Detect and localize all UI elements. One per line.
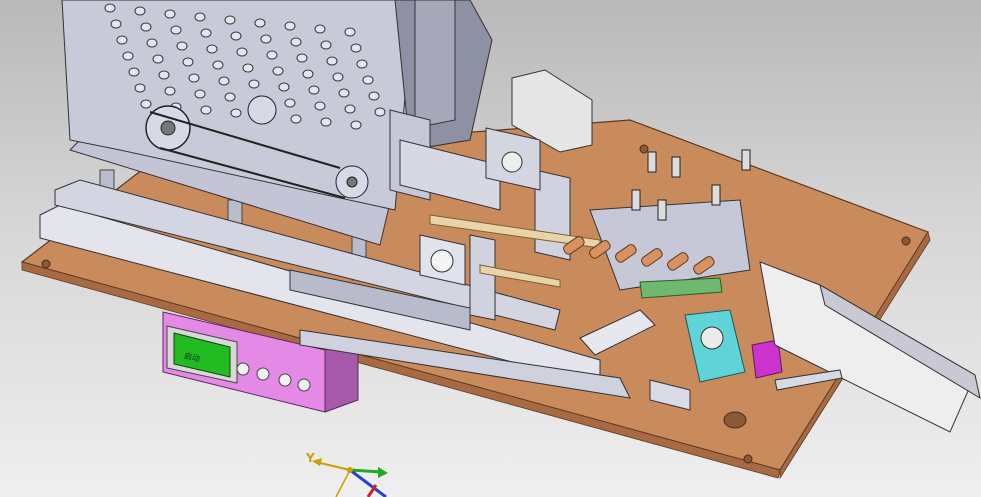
- roller-end: [296, 53, 308, 63]
- roller-end: [254, 18, 266, 28]
- large-hole: [723, 411, 747, 429]
- roller-end: [158, 70, 170, 80]
- roller-end: [230, 31, 242, 41]
- roller-end: [284, 21, 296, 31]
- roller-end: [320, 117, 332, 127]
- air-fitting: [631, 189, 641, 211]
- roller-end: [314, 24, 326, 34]
- roller-end: [200, 28, 212, 38]
- y-axis-label: Y: [306, 451, 315, 465]
- roller-end: [134, 83, 146, 93]
- roller-end: [248, 79, 260, 89]
- roller-end: [290, 37, 302, 47]
- coordinate-triad-icon: [312, 458, 388, 497]
- z-axis-line: [335, 469, 351, 497]
- x-axis-arrow: [378, 467, 388, 478]
- roller-end: [224, 92, 236, 102]
- mount-plate-vertical[interactable]: [469, 234, 496, 321]
- roller-end: [116, 35, 128, 45]
- roller-end: [308, 85, 320, 95]
- mount-hole: [41, 259, 51, 269]
- machine-assembly-model[interactable]: [0, 0, 981, 497]
- roller-end: [218, 76, 230, 86]
- air-fitting: [647, 151, 657, 173]
- roller-end: [260, 34, 272, 44]
- roller-end: [320, 40, 332, 50]
- roller-end: [284, 98, 296, 108]
- roller-end: [278, 82, 290, 92]
- roller-end: [140, 99, 152, 109]
- roller-end: [182, 57, 194, 67]
- hopper-tower-face: [414, 0, 456, 129]
- air-fitting: [671, 156, 681, 178]
- x-axis-line: [349, 468, 383, 474]
- air-fitting: [711, 184, 721, 206]
- roller-end: [374, 107, 386, 117]
- roller-end: [350, 120, 362, 130]
- roller-end: [302, 69, 314, 79]
- pulley-hub: [346, 176, 358, 188]
- roller-end: [368, 91, 380, 101]
- roller-end: [212, 60, 224, 70]
- roller-end: [350, 43, 362, 53]
- roller-end: [236, 47, 248, 57]
- roller-end: [134, 6, 146, 16]
- control-knob[interactable]: [236, 362, 250, 376]
- air-fitting: [657, 199, 667, 221]
- motor-shaft: [501, 151, 523, 173]
- roller-end: [344, 27, 356, 37]
- roller-end: [266, 50, 278, 60]
- roller-end: [224, 15, 236, 25]
- roller-end: [152, 54, 164, 64]
- roller-end: [122, 51, 134, 61]
- bearing: [700, 326, 724, 350]
- y-axis-line: [315, 461, 351, 471]
- roller-end: [140, 22, 152, 32]
- roller-end: [104, 3, 116, 13]
- roller-end: [206, 44, 218, 54]
- roller-end: [146, 38, 158, 48]
- roller-end: [338, 88, 350, 98]
- roller-end: [230, 108, 242, 118]
- roller-end: [362, 75, 374, 85]
- mount-hole: [901, 236, 911, 246]
- roller-end: [194, 12, 206, 22]
- roller-end: [194, 89, 206, 99]
- triad-origin: [347, 467, 353, 473]
- roller-end: [188, 73, 200, 83]
- roller-end: [170, 25, 182, 35]
- roller-end: [164, 9, 176, 19]
- roller-end: [326, 56, 338, 66]
- pulley-hub: [160, 120, 176, 136]
- roller-end: [272, 66, 284, 76]
- roller-end: [200, 105, 212, 115]
- control-knob[interactable]: [278, 373, 292, 387]
- roller-end: [356, 59, 368, 69]
- air-fitting: [741, 149, 751, 171]
- bearing: [430, 249, 454, 273]
- roller-end: [332, 72, 344, 82]
- roller-end: [128, 67, 140, 77]
- roller-end: [344, 104, 356, 114]
- roller-end: [164, 86, 176, 96]
- mount-hole: [743, 454, 753, 464]
- control-knob[interactable]: [256, 367, 270, 381]
- cad-3d-viewport[interactable]: 启动 Y: [0, 0, 981, 497]
- mount-hole: [639, 144, 649, 154]
- roller-end: [176, 41, 188, 51]
- roller-end: [314, 101, 326, 111]
- roller-end: [290, 114, 302, 124]
- roller-end: [110, 19, 122, 29]
- control-knob[interactable]: [297, 378, 311, 392]
- pulley[interactable]: [247, 95, 277, 125]
- roller-end: [242, 63, 254, 73]
